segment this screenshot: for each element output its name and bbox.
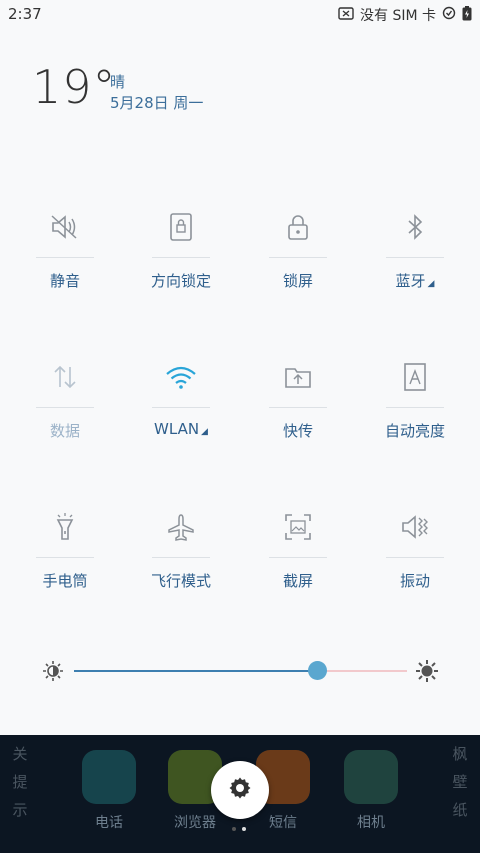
data-saver-icon [442,6,456,24]
tile-divider [36,257,94,258]
status-time: 2:37 [8,5,42,23]
tile-divider [386,257,444,258]
auto-brightness-icon [356,355,474,399]
camera-icon [344,750,398,804]
left-side-text: 关提示 [12,745,28,819]
tile-flashlight[interactable]: 手电筒 [6,505,124,615]
tile-bluetooth[interactable]: 蓝牙 ◢ [356,205,474,315]
bluetooth-icon [356,205,474,249]
tile-divider [386,557,444,558]
screenshot-icon [239,505,357,549]
tile-divider [152,557,210,558]
expand-arrow-icon: ◢ [201,427,208,437]
tile-divider [152,407,210,408]
weather-condition: 晴 [110,73,126,91]
brightness-slider-thumb[interactable] [308,661,328,680]
brightness-high-icon [416,660,438,686]
tile-label: 方向锁定 [150,272,211,290]
tile-vibrate[interactable]: 振动 [356,505,474,615]
rotation-lock-icon [122,205,240,249]
tile-screenshot[interactable]: 截屏 [239,505,357,615]
share-icon [239,355,357,399]
page-dot [232,827,236,831]
tile-lock-screen[interactable]: 锁屏 [239,205,357,315]
tile-divider [36,407,94,408]
tile-data[interactable]: 数据 [6,355,124,465]
phone-icon [82,750,136,804]
tile-label: 手电筒 [42,572,88,590]
tile-wlan[interactable]: WLAN ◢ [122,355,240,465]
app-label: 相机 [357,815,385,831]
tile-label: 振动 [399,572,430,590]
tile-label: 快传 [282,422,313,440]
tile-label: 静音 [49,272,80,290]
tile-label: 蓝牙 [395,272,426,290]
tile-divider [269,407,327,408]
gear-icon [228,776,252,804]
app-label: 短信 [269,815,297,831]
airplane-icon [122,505,240,549]
tile-divider [269,257,327,258]
vibrate-icon [356,505,474,549]
tile-label: 截屏 [282,572,313,590]
weather-date: 5月28日 周一 [110,94,204,112]
tile-label: 数据 [49,422,80,440]
tile-label: 自动亮度 [384,422,445,440]
battery-icon [462,5,472,25]
app-label: 浏览器 [174,815,216,831]
tile-mute[interactable]: 静音 [6,205,124,315]
wifi-icon [122,355,240,399]
expand-arrow-icon: ◢ [427,279,435,289]
status-bar: 2:37 没有 SIM 卡 [0,0,480,28]
dock-app-camera[interactable]: 相机 [341,745,401,832]
tile-divider [269,557,327,558]
mute-icon [6,205,124,249]
tile-divider [152,257,210,258]
tile-divider [36,557,94,558]
tile-label: WLAN [154,420,200,438]
data-icon [6,355,124,399]
no-sim-icon [338,6,354,24]
page-indicator [232,827,246,831]
tile-divider [386,407,444,408]
tile-airplane-mode[interactable]: 飞行模式 [122,505,240,615]
temperature: 19° [32,60,117,114]
brightness-fill [74,670,318,672]
tile-quick-share[interactable]: 快传 [239,355,357,465]
lock-icon [239,205,357,249]
tile-rotation-lock[interactable]: 方向锁定 [122,205,240,315]
right-side-text: 枫壁纸 [452,745,468,819]
page-dot-active [242,827,246,831]
quick-settings-panel: 2:37 没有 SIM 卡 19° 晴 5月28日 周一 静音 方向锁定 锁屏 … [0,0,480,735]
tile-label: 飞行模式 [150,572,211,590]
weather-widget[interactable]: 19° [32,64,117,110]
tile-label: 锁屏 [282,272,313,290]
flashlight-icon [6,505,124,549]
brightness-low-icon [42,660,64,686]
settings-button[interactable] [211,761,269,819]
sim-status-text: 没有 SIM 卡 [360,8,436,24]
dock-app-phone[interactable]: 电话 [79,745,139,832]
brightness-control [40,656,440,686]
tile-auto-brightness[interactable]: 自动亮度 [356,355,474,465]
app-label: 电话 [95,815,123,831]
